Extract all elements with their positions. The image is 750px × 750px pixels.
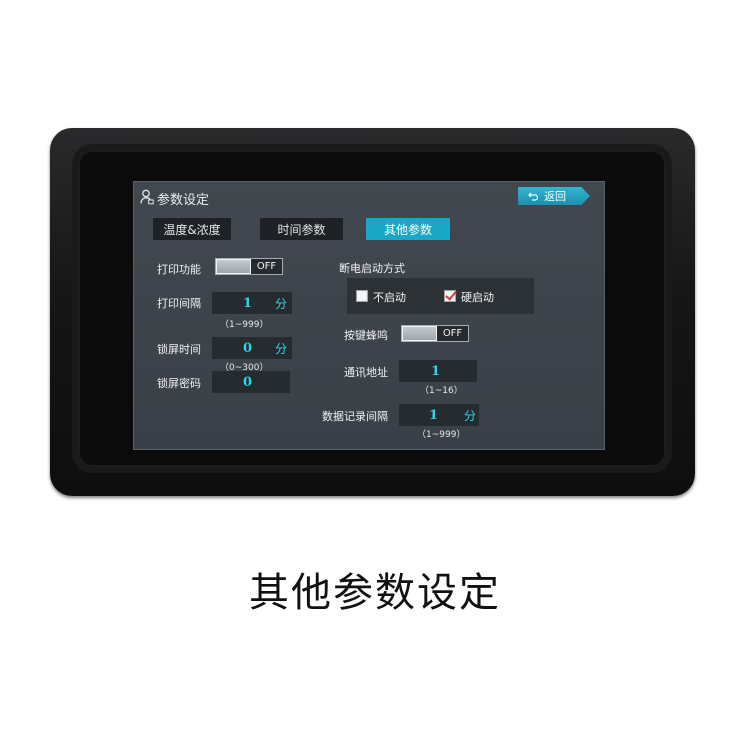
lock-time-unit: 分 xyxy=(275,341,288,356)
comm-address-label: 通讯地址 xyxy=(344,366,388,379)
print-interval-field[interactable]: 1 分 xyxy=(212,292,292,314)
comm-address-value: 1 xyxy=(431,363,441,379)
tab-time-parameters[interactable]: 时间参数 xyxy=(260,218,343,240)
log-interval-value: 1 xyxy=(429,407,439,423)
hard-start-checkbox[interactable] xyxy=(444,290,456,302)
power-off-start-label: 断电启动方式 xyxy=(339,262,405,275)
key-beep-label: 按键蜂鸣 xyxy=(344,329,388,342)
lock-password-field[interactable]: 0 xyxy=(212,371,290,393)
comm-address-range: （1~16） xyxy=(420,386,463,396)
log-interval-unit: 分 xyxy=(464,408,477,423)
lock-time-field[interactable]: 0 分 xyxy=(212,337,292,359)
tab-temperature-concentration[interactable]: 温度&浓度 xyxy=(153,218,231,240)
toggle-knob xyxy=(217,260,250,273)
back-button[interactable]: 返回 xyxy=(518,187,590,205)
tab-label: 温度&浓度 xyxy=(163,222,221,237)
touch-screen: 参数设定 返回 温度&浓度 时间参数 其他参数 打印功能 OFF 打印间隔 1 … xyxy=(133,181,605,450)
lock-password-value: 0 xyxy=(243,374,253,390)
screen-header: 参数设定 返回 xyxy=(134,182,604,212)
print-function-toggle[interactable]: OFF xyxy=(215,258,283,275)
no-start-label: 不启动 xyxy=(373,291,406,304)
tab-other-parameters[interactable]: 其他参数 xyxy=(366,218,450,240)
lock-time-value: 0 xyxy=(243,340,253,356)
page-title: 参数设定 xyxy=(157,193,210,208)
print-interval-unit: 分 xyxy=(275,296,288,311)
user-settings-icon xyxy=(140,189,154,205)
product-caption: 其他参数设定 xyxy=(249,570,501,616)
hard-start-label: 硬启动 xyxy=(461,291,494,304)
toggle-state: OFF xyxy=(437,326,468,341)
toggle-knob xyxy=(403,327,436,340)
lock-password-label: 锁屏密码 xyxy=(157,377,201,390)
print-interval-label: 打印间隔 xyxy=(157,297,201,310)
comm-address-field[interactable]: 1 xyxy=(399,360,477,382)
tab-label: 时间参数 xyxy=(277,222,326,237)
print-interval-range: （1~999） xyxy=(220,320,269,330)
key-beep-toggle[interactable]: OFF xyxy=(401,325,469,342)
toggle-state: OFF xyxy=(251,259,282,274)
no-start-checkbox[interactable] xyxy=(356,290,368,302)
log-interval-field[interactable]: 1 分 xyxy=(399,404,479,426)
print-function-label: 打印功能 xyxy=(157,263,201,276)
lock-time-label: 锁屏时间 xyxy=(157,343,201,356)
log-interval-range: （1~999） xyxy=(417,430,466,440)
back-button-label: 返回 xyxy=(544,190,566,203)
tab-label: 其他参数 xyxy=(383,222,432,237)
return-arrow-icon xyxy=(528,192,538,201)
print-interval-value: 1 xyxy=(243,295,253,311)
log-interval-label: 数据记录间隔 xyxy=(322,410,388,423)
